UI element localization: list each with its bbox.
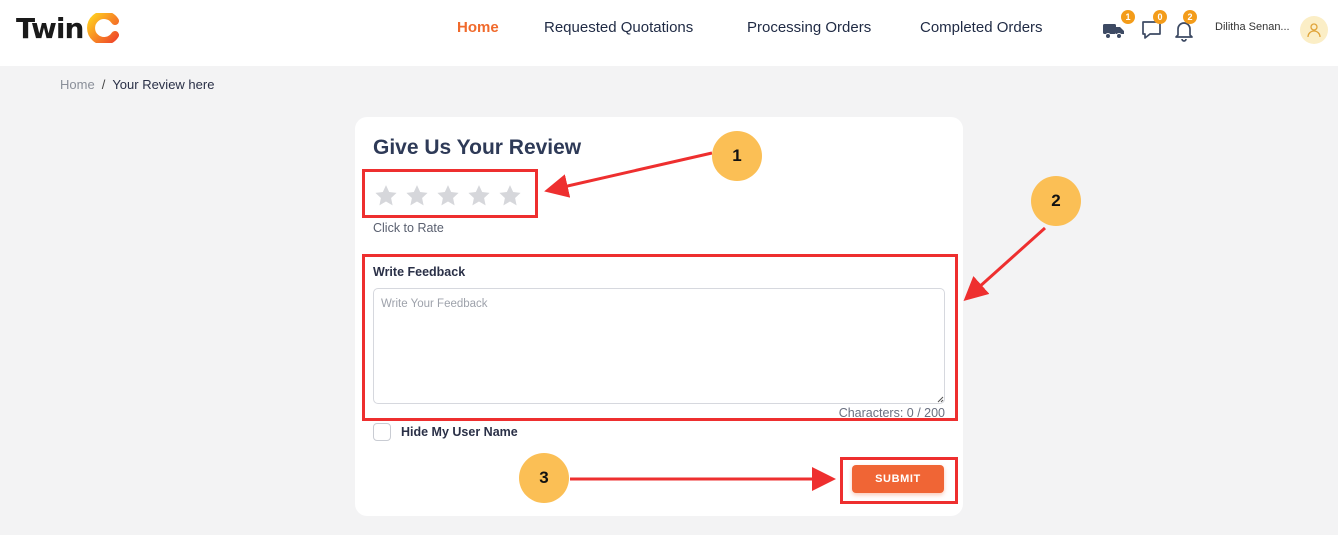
breadcrumb-separator: / xyxy=(101,77,106,92)
nav-requested-quotations[interactable]: Requested Quotations xyxy=(544,19,693,36)
avatar[interactable] xyxy=(1300,16,1328,44)
breadcrumb-home[interactable]: Home xyxy=(60,77,95,92)
page-title: Give Us Your Review xyxy=(373,136,582,159)
hide-username-label[interactable]: Hide My User Name xyxy=(401,425,518,439)
logo-text: Twin xyxy=(16,11,84,45)
arrow-2 xyxy=(963,226,1047,302)
rate-hint: Click to Rate xyxy=(373,221,444,235)
annotation-marker-2: 2 xyxy=(1031,176,1081,226)
twinc-logo[interactable]: Twin xyxy=(16,6,120,50)
nav-processing-orders[interactable]: Processing Orders xyxy=(747,19,871,36)
hide-username-row[interactable]: Hide My User Name xyxy=(373,423,518,441)
bell-badge: 2 xyxy=(1183,10,1197,24)
nav-home[interactable]: Home xyxy=(457,19,499,36)
hide-username-checkbox[interactable] xyxy=(373,423,391,441)
top-header: Twin Home Requested Quotations Processin… xyxy=(0,0,1338,66)
breadcrumb-current: Your Review here xyxy=(112,77,215,92)
truck-badge: 1 xyxy=(1121,10,1135,24)
highlight-box-feedback xyxy=(362,254,958,421)
highlight-box-rating xyxy=(362,169,538,218)
annotation-marker-3: 3 xyxy=(519,453,569,503)
chat-badge: 0 xyxy=(1153,10,1167,24)
annotation-marker-1: 1 xyxy=(712,131,762,181)
logo-c-mark-icon xyxy=(87,13,120,43)
avatar-icon xyxy=(1307,23,1321,38)
breadcrumb: Home / Your Review here xyxy=(60,77,214,92)
user-name[interactable]: Dilitha Senan... xyxy=(1215,21,1290,33)
nav-completed-orders[interactable]: Completed Orders xyxy=(920,19,1043,36)
highlight-box-submit xyxy=(840,457,958,504)
